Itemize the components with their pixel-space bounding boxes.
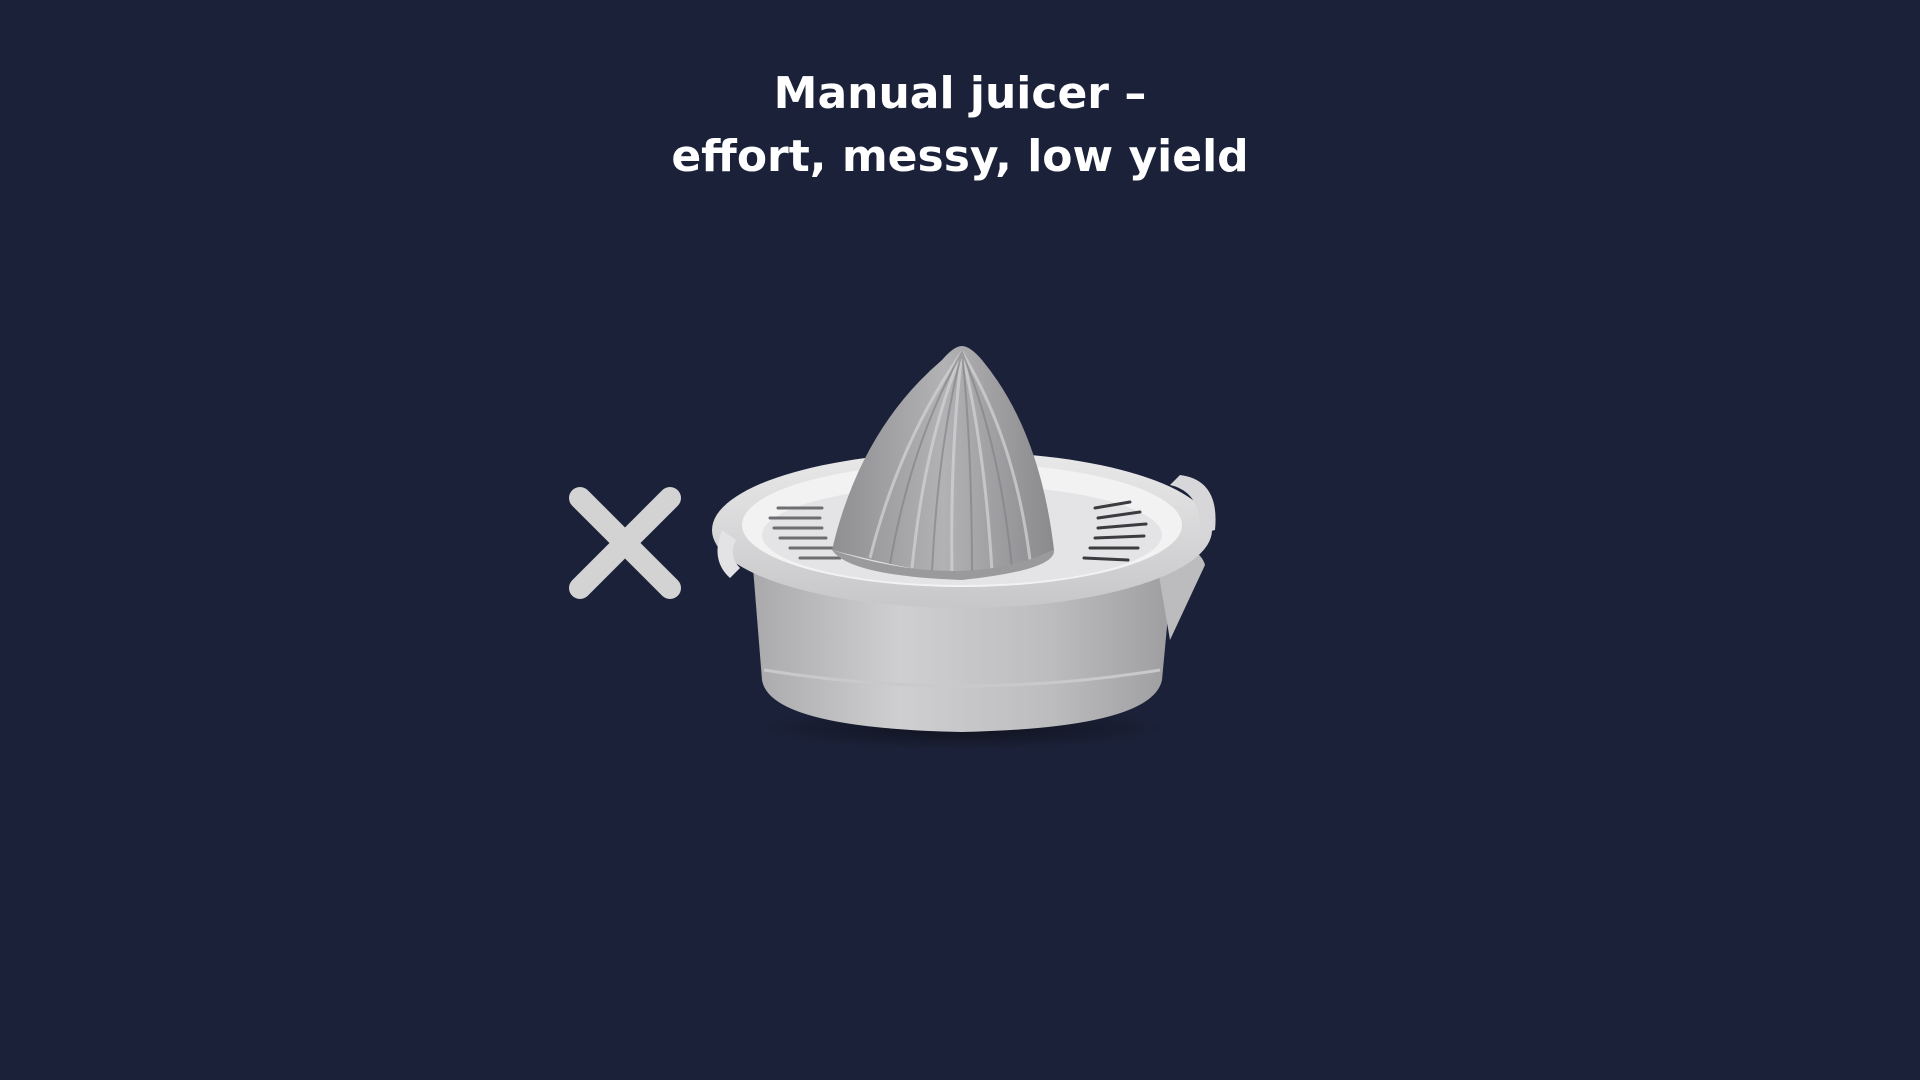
title-line-1: Manual juicer – — [773, 68, 1147, 119]
slide-title: Manual juicer – effort, messy, low yield — [0, 62, 1920, 188]
close-icon — [569, 487, 681, 599]
title-line-2: effort, messy, low yield — [671, 131, 1249, 182]
slide: Manual juicer – effort, messy, low yield — [0, 0, 1920, 1080]
juicer-image — [712, 346, 1216, 750]
